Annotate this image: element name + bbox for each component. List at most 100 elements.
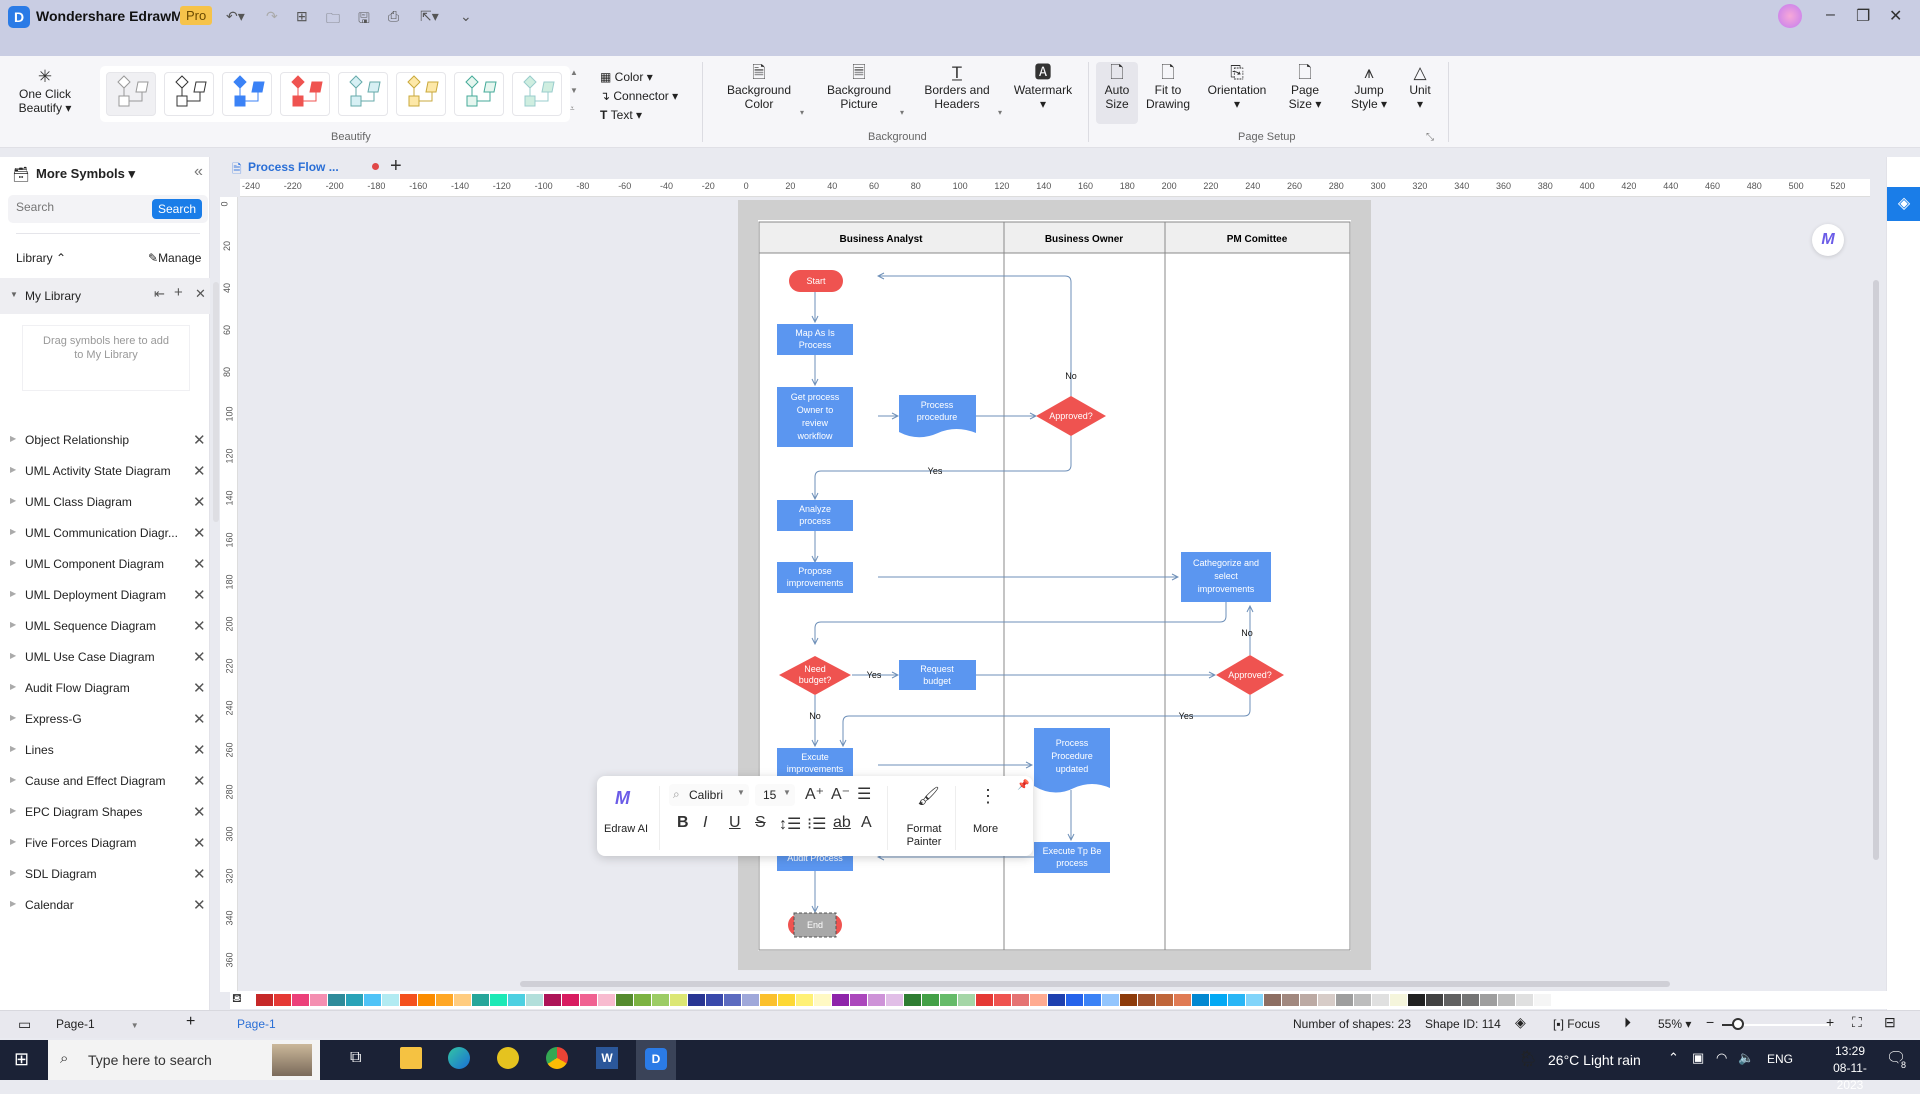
color-swatch[interactable] bbox=[508, 994, 525, 1006]
page-tab[interactable]: Page-1 bbox=[237, 1017, 276, 1031]
color-swatch[interactable] bbox=[1228, 994, 1245, 1006]
color-swatch[interactable] bbox=[382, 994, 399, 1006]
color-swatch[interactable] bbox=[796, 994, 813, 1006]
edraw-ai-icon[interactable]: M bbox=[615, 788, 630, 809]
close-icon[interactable]: ✕ bbox=[193, 462, 206, 480]
text-highlight-icon[interactable]: ab bbox=[833, 814, 851, 832]
color-swatch[interactable] bbox=[778, 994, 795, 1006]
undo-icon[interactable]: ↶▾ bbox=[226, 8, 245, 25]
color-swatch[interactable] bbox=[1030, 994, 1047, 1006]
close-icon[interactable]: ✕ bbox=[193, 803, 206, 821]
color-swatch[interactable] bbox=[868, 994, 885, 1006]
background-picture-button[interactable]: 🗏 Background Picture bbox=[820, 64, 898, 111]
chevron-down-icon[interactable]: ▾ bbox=[900, 108, 904, 117]
orientation-button[interactable]: ⎘ Orientation ▾ bbox=[1200, 64, 1274, 111]
color-swatch[interactable] bbox=[1426, 994, 1443, 1006]
align-icon[interactable]: ☰ bbox=[857, 784, 871, 804]
my-library-dropzone[interactable]: Drag symbols here to add to My Library bbox=[22, 325, 190, 391]
my-library-header[interactable]: ▼ My Library ⇤ + ✕ bbox=[0, 278, 210, 314]
color-swatch[interactable] bbox=[310, 994, 327, 1006]
color-swatch[interactable] bbox=[976, 994, 993, 1006]
task-view-icon[interactable]: ⧉ bbox=[350, 1049, 361, 1067]
pro-badge[interactable]: Pro bbox=[180, 6, 213, 25]
color-swatch[interactable] bbox=[364, 994, 381, 1006]
close-icon[interactable]: ✕ bbox=[193, 834, 206, 852]
color-swatch[interactable] bbox=[580, 994, 597, 1006]
connector-dropdown[interactable]: ↴ Connector ▾ bbox=[600, 87, 678, 106]
color-swatch[interactable] bbox=[436, 994, 453, 1006]
more-symbols-dropdown[interactable]: More Symbols ▾ bbox=[36, 166, 135, 182]
process-analyze[interactable]: Analyze process bbox=[777, 500, 853, 531]
close-icon[interactable]: ✕ bbox=[193, 679, 206, 697]
color-swatch[interactable] bbox=[670, 994, 687, 1006]
color-swatch[interactable] bbox=[1084, 994, 1101, 1006]
color-swatch[interactable] bbox=[1498, 994, 1515, 1006]
chevron-down-icon[interactable]: ▾ bbox=[800, 108, 804, 117]
underline-icon[interactable]: U bbox=[729, 814, 741, 832]
close-icon[interactable]: ✕ bbox=[193, 741, 206, 759]
color-swatch[interactable] bbox=[1336, 994, 1353, 1006]
zoom-select[interactable]: 55% ▾ bbox=[1658, 1017, 1691, 1031]
process-map-as-is[interactable]: Map As Is Process bbox=[777, 324, 853, 355]
color-swatch[interactable] bbox=[274, 994, 291, 1006]
color-swatch[interactable] bbox=[724, 994, 741, 1006]
more-button[interactable]: More bbox=[973, 823, 998, 835]
show-hidden-icons[interactable]: ⌃ bbox=[1668, 1050, 1679, 1066]
restore-icon[interactable]: ❐ bbox=[1856, 6, 1870, 26]
edrawmax-taskbar-item[interactable]: D bbox=[636, 1040, 676, 1080]
lane-pm-comittee[interactable]: PM Comittee bbox=[1227, 234, 1288, 245]
background-color-button[interactable]: 🗎 Background Color bbox=[722, 64, 796, 111]
color-swatch[interactable] bbox=[940, 994, 957, 1006]
color-swatch[interactable] bbox=[958, 994, 975, 1006]
color-swatch[interactable] bbox=[1120, 994, 1137, 1006]
color-swatch[interactable] bbox=[832, 994, 849, 1006]
watermark-button[interactable]: 🅰 Watermark ▾ bbox=[1010, 64, 1076, 111]
format-painter-button[interactable]: Format Painter bbox=[899, 823, 949, 849]
process-categorize-improvements[interactable]: Cathegorize and select improvements bbox=[1181, 552, 1271, 602]
color-swatch[interactable] bbox=[1066, 994, 1083, 1006]
fit-to-drawing-button[interactable]: 🗋 Fit to Drawing bbox=[1142, 64, 1194, 111]
clock[interactable]: 13:29 08-11-2023 bbox=[1820, 1043, 1880, 1094]
save-icon[interactable]: 🖫 bbox=[358, 8, 370, 32]
edge-browser-icon[interactable] bbox=[448, 1047, 470, 1069]
color-swatch[interactable] bbox=[886, 994, 903, 1006]
focus-button[interactable]: [▪] Focus bbox=[1553, 1017, 1600, 1031]
color-swatch[interactable] bbox=[994, 994, 1011, 1006]
app-icon[interactable] bbox=[497, 1047, 519, 1069]
language-indicator[interactable]: ENG bbox=[1767, 1052, 1793, 1066]
export-icon[interactable]: ⇱▾ bbox=[420, 8, 439, 25]
bold-icon[interactable]: B bbox=[677, 814, 689, 832]
font-size-select[interactable]: 15 ▼ bbox=[755, 784, 795, 806]
color-swatch[interactable] bbox=[1192, 994, 1209, 1006]
more-icon[interactable]: ⋮ bbox=[979, 786, 997, 807]
manage-button[interactable]: ✎Manage bbox=[148, 251, 201, 265]
zoom-in-icon[interactable]: + bbox=[1826, 1014, 1834, 1030]
color-swatch[interactable] bbox=[1210, 994, 1227, 1006]
strikethrough-icon[interactable]: S bbox=[755, 814, 766, 832]
symbol-search-input[interactable] bbox=[16, 200, 146, 214]
page-layout-icon[interactable]: ▭ bbox=[18, 1016, 31, 1033]
color-dropdown[interactable]: ▦ Color ▾ bbox=[600, 68, 678, 87]
page-selector[interactable]: Page-1 ▼ bbox=[56, 1017, 139, 1031]
color-swatch[interactable] bbox=[1246, 994, 1263, 1006]
horizontal-scrollbar[interactable] bbox=[520, 981, 1670, 987]
one-click-beautify-button[interactable]: ✳ One Click Beautify ▾ bbox=[14, 68, 76, 115]
fill-bucket-icon[interactable]: ⛾ bbox=[232, 991, 242, 1007]
sidebar-scrollbar[interactable] bbox=[213, 282, 219, 522]
color-swatch[interactable] bbox=[454, 994, 471, 1006]
close-icon[interactable]: ✕ bbox=[193, 555, 206, 573]
color-swatch[interactable] bbox=[706, 994, 723, 1006]
file-explorer-icon[interactable] bbox=[400, 1047, 422, 1069]
color-swatch[interactable] bbox=[1534, 994, 1551, 1006]
library-toggle[interactable]: Library ⌃ bbox=[16, 251, 66, 265]
new-icon[interactable]: ⊞ bbox=[296, 8, 308, 25]
color-swatch[interactable] bbox=[1264, 994, 1281, 1006]
color-swatch[interactable] bbox=[652, 994, 669, 1006]
close-icon[interactable]: ✕ bbox=[193, 524, 206, 542]
color-swatch[interactable] bbox=[1138, 994, 1155, 1006]
color-swatch[interactable] bbox=[1282, 994, 1299, 1006]
color-swatch[interactable] bbox=[292, 994, 309, 1006]
color-swatch[interactable] bbox=[1444, 994, 1461, 1006]
color-swatch[interactable] bbox=[1516, 994, 1533, 1006]
volume-icon[interactable]: 🔈 bbox=[1738, 1050, 1754, 1066]
